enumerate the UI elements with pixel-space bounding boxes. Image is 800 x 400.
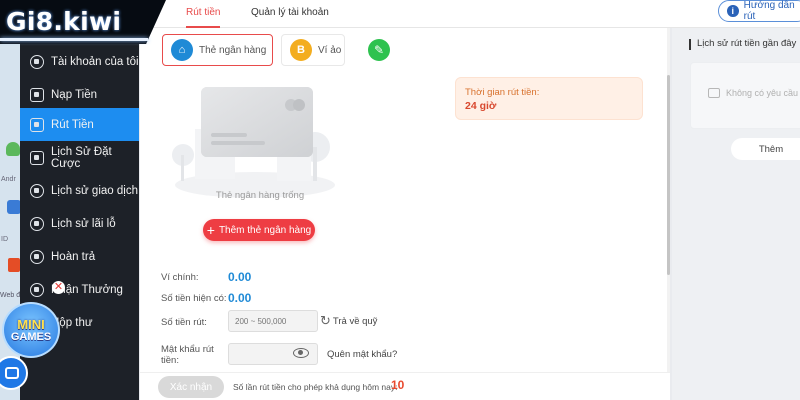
more-button[interactable]: Thêm <box>731 138 800 160</box>
main-wallet-value: 0.00 <box>228 270 252 284</box>
withdraw-icon <box>30 117 44 132</box>
empty-card-illustration <box>172 87 335 198</box>
account-icon <box>30 54 44 69</box>
logo[interactable]: Gi8.kiwi <box>6 7 121 36</box>
empty-bank-text: Thẻ ngân hàng trống <box>215 190 305 201</box>
close-icon[interactable]: ✕ <box>52 281 65 294</box>
sidebar-item-transaction-history[interactable]: Lịch sử giao dịch <box>20 174 139 207</box>
info-icon: i <box>727 5 739 17</box>
forgot-password-link[interactable]: Quên mật khẩu? <box>327 349 397 360</box>
current-balance-value: 0.00 <box>228 291 252 305</box>
sidebar-item-reward[interactable]: Nhận Thưởng <box>20 273 139 306</box>
help-label: Hướng dẫn rút <box>743 0 795 22</box>
tab-account-management[interactable]: Quản lý tài khoản <box>251 0 329 28</box>
sidebar-item-profit-loss[interactable]: Lịch sử lãi lỗ <box>20 207 139 240</box>
amount-input[interactable] <box>228 310 318 332</box>
sidebar-item-label: Nạp Tiền <box>51 88 98 101</box>
withdraw-time-value: 24 giờ <box>465 100 497 112</box>
empty-list-text: Không có yêu cầu <box>726 88 799 98</box>
html5-icon <box>8 258 20 272</box>
rebate-icon <box>30 249 44 264</box>
sidebar-item-rebate[interactable]: Hoàn trả <box>20 240 139 273</box>
bet-history-icon <box>30 150 44 165</box>
amount-label: Số tiền rút: <box>161 317 207 328</box>
mini-games-button[interactable]: MINI GAMES <box>2 302 60 358</box>
refresh-icon: ↻ <box>320 313 331 328</box>
bitcoin-icon: B <box>290 39 312 61</box>
method-bank-card[interactable]: ⌂ Thẻ ngân hàng <box>162 34 273 66</box>
password-label: Mật khẩu rút tiền: <box>161 344 214 366</box>
profit-loss-icon <box>30 216 44 231</box>
sidebar-item-account[interactable]: Tài khoản của tôi <box>20 45 139 78</box>
title-accent <box>689 39 691 50</box>
confirm-button[interactable]: Xác nhận <box>158 376 224 398</box>
sidebar-item-label: Lịch Sử Đặt Cược <box>51 145 112 170</box>
withdraw-limit-label: Số lần rút tiền cho phép khả dụng hôm na… <box>233 382 398 392</box>
bank-card-icon: ⌂ <box>171 39 193 61</box>
eye-icon[interactable] <box>293 348 309 358</box>
chat-icon <box>5 367 19 379</box>
sidebar-item-deposit[interactable]: Nạp Tiền <box>20 78 139 111</box>
app-icon <box>7 200 21 214</box>
method-label: Ví ảo <box>318 44 342 56</box>
mini-games-line2: GAMES <box>10 330 52 343</box>
tab-withdraw[interactable]: Rút tiền <box>186 0 221 28</box>
add-bank-label: Thêm thẻ ngân hàng <box>218 224 312 236</box>
id-text: ID <box>1 236 8 243</box>
withdraw-time-label: Thời gian rút tiền: <box>465 87 540 98</box>
sidebar-item-label: Lịch sử lãi lỗ <box>51 217 116 230</box>
android-text: Andr <box>1 176 16 183</box>
method-crypto-wallet[interactable]: B Ví ảo <box>281 34 345 66</box>
withdraw-limit-value: 10 <box>391 378 405 392</box>
logo-underline <box>0 38 148 41</box>
sidebar-item-label: Hoàn trả <box>51 250 96 263</box>
help-button[interactable]: i Hướng dẫn rút <box>718 0 800 22</box>
sidebar-item-label: Lịch sử giao dịch <box>51 184 138 197</box>
refund-label: Trả về quỹ <box>332 315 378 327</box>
recent-withdrawals-title: Lịch sử rút tiền gần đây <box>697 38 797 49</box>
method-label: Thẻ ngân hàng <box>199 44 267 56</box>
sidebar-item-label: Rút Tiền <box>51 118 94 131</box>
web-text: Web đ <box>0 292 21 299</box>
deposit-icon <box>30 87 44 102</box>
tab-bar <box>140 0 800 28</box>
main-wallet-label: Ví chính: <box>161 272 199 283</box>
android-icon <box>6 142 20 156</box>
sidebar-item-withdraw[interactable]: Rút Tiền <box>20 108 139 141</box>
current-balance-label: Số tiền hiện có: <box>161 293 227 304</box>
sidebar-item-bet-history[interactable]: Lịch Sử Đặt Cược <box>20 141 139 174</box>
transaction-history-icon <box>30 183 44 198</box>
mini-games-line1: MINI <box>17 316 45 332</box>
withdraw-time-box: Thời gian rút tiền: 24 giờ <box>455 77 643 120</box>
reward-icon <box>30 282 44 297</box>
empty-inbox-icon <box>708 88 720 98</box>
add-bank-card-button[interactable]: + Thêm thẻ ngân hàng <box>203 219 315 241</box>
refund-button[interactable]: ↻ Trả về quỹ <box>320 313 377 329</box>
scrollbar-thumb[interactable] <box>667 75 670 275</box>
edit-icon[interactable]: ✎ <box>368 39 390 61</box>
sidebar-item-label: Tài khoản của tôi <box>51 55 139 68</box>
plus-icon: + <box>206 222 215 238</box>
